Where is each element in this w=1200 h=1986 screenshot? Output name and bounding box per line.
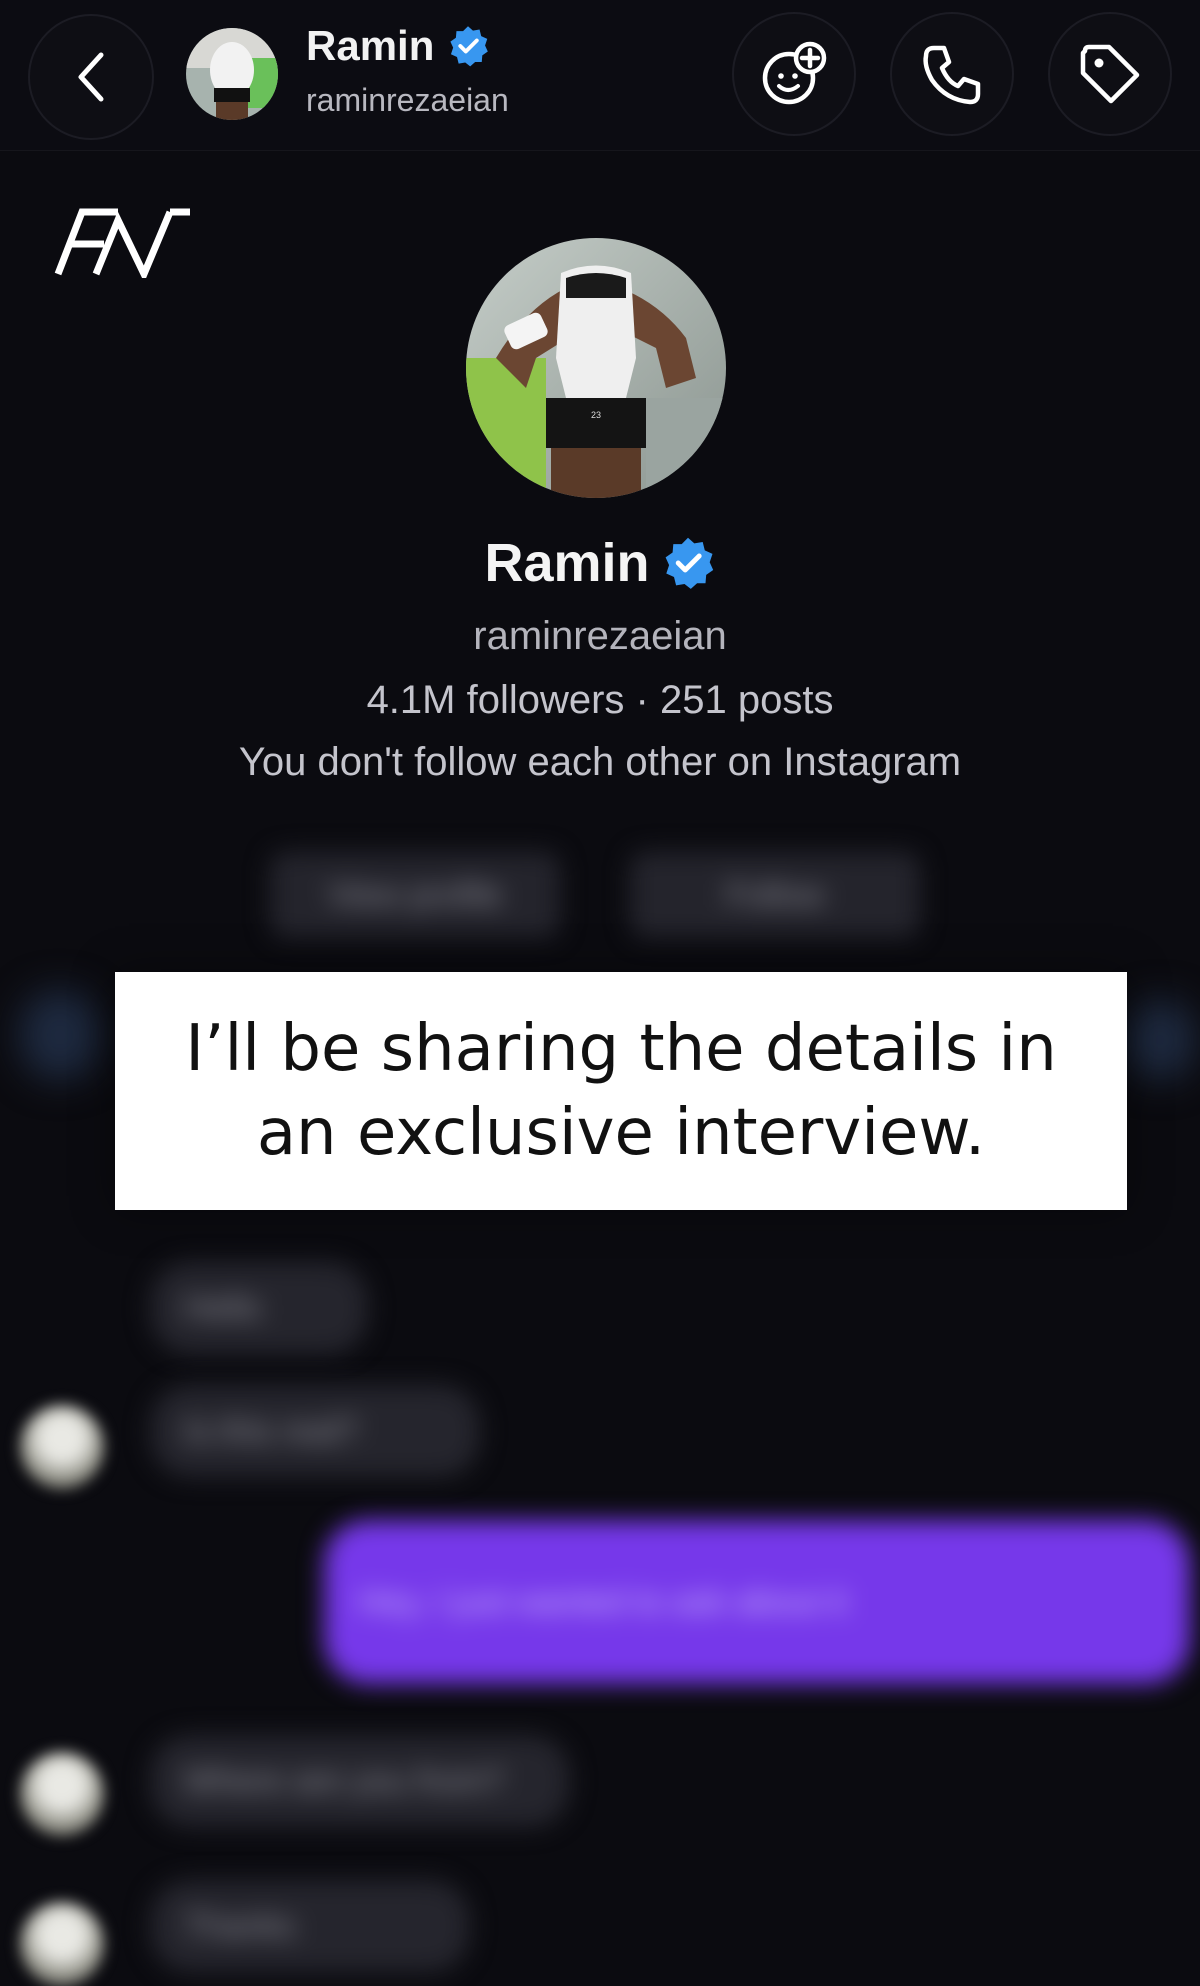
caption-text: I’ll be sharing the details in an exclus…	[185, 1012, 1057, 1170]
view-profile-label: View profile	[327, 875, 503, 914]
watermark-text: FN	[52, 206, 54, 207]
profile-name-text: Ramin	[484, 533, 650, 593]
header-username: raminrezaeian	[306, 82, 509, 118]
tag-icon	[1080, 44, 1140, 104]
tag-button[interactable]	[1048, 12, 1172, 136]
verified-badge-icon	[665, 537, 713, 589]
follow-button[interactable]: Follow	[630, 852, 920, 938]
message-text: Hey, I just wanted to ask about it	[358, 1582, 847, 1621]
message-bubble-received[interactable]: Where are you from?	[150, 1735, 570, 1827]
message-bubble-received[interactable]: Hello	[150, 1262, 368, 1354]
header-name[interactable]: Ramin	[306, 22, 490, 70]
profile-name: Ramin	[0, 532, 1200, 594]
chevron-left-icon	[78, 52, 104, 102]
follow-label: Follow	[725, 875, 825, 914]
blurred-background-shape	[1125, 1000, 1195, 1080]
message-bubble-sent[interactable]: Hey, I just wanted to ask about it	[324, 1520, 1190, 1684]
header-avatar[interactable]	[186, 28, 278, 120]
svg-text:23: 23	[591, 410, 601, 420]
phone-icon	[923, 45, 981, 105]
sender-avatar[interactable]	[20, 1405, 104, 1489]
blurred-background-shape	[20, 990, 100, 1080]
sticker-add-icon	[762, 41, 827, 105]
message-text: Where are you from?	[184, 1761, 504, 1800]
profile-relation-text: You don't follow each other on Instagram	[238, 740, 962, 784]
back-button[interactable]	[28, 14, 154, 140]
caption-overlay: I’ll be sharing the details in an exclus…	[115, 972, 1127, 1210]
fn-watermark-logo: FN	[52, 206, 190, 278]
sender-avatar[interactable]	[20, 1902, 104, 1986]
message-bubble-received[interactable]: Thanks	[150, 1880, 470, 1972]
message-bubble-received[interactable]: Is this real?	[150, 1385, 480, 1477]
profile-username: raminrezaeian	[473, 614, 727, 658]
profile-avatar[interactable]: 23	[466, 238, 726, 498]
call-button[interactable]	[890, 12, 1014, 136]
profile-stats: 4.1M followers · 251 posts	[366, 678, 834, 722]
view-profile-button[interactable]: View profile	[270, 852, 560, 938]
header-name-text: Ramin	[306, 22, 435, 69]
message-text: Is this real?	[184, 1411, 358, 1450]
sender-avatar[interactable]	[20, 1752, 104, 1836]
effects-button[interactable]	[732, 12, 856, 136]
verified-badge-icon	[450, 26, 489, 67]
chat-header: Ramin raminrezaeian	[0, 0, 1200, 151]
message-text: Hello	[184, 1288, 262, 1327]
message-text: Thanks	[184, 1906, 296, 1945]
